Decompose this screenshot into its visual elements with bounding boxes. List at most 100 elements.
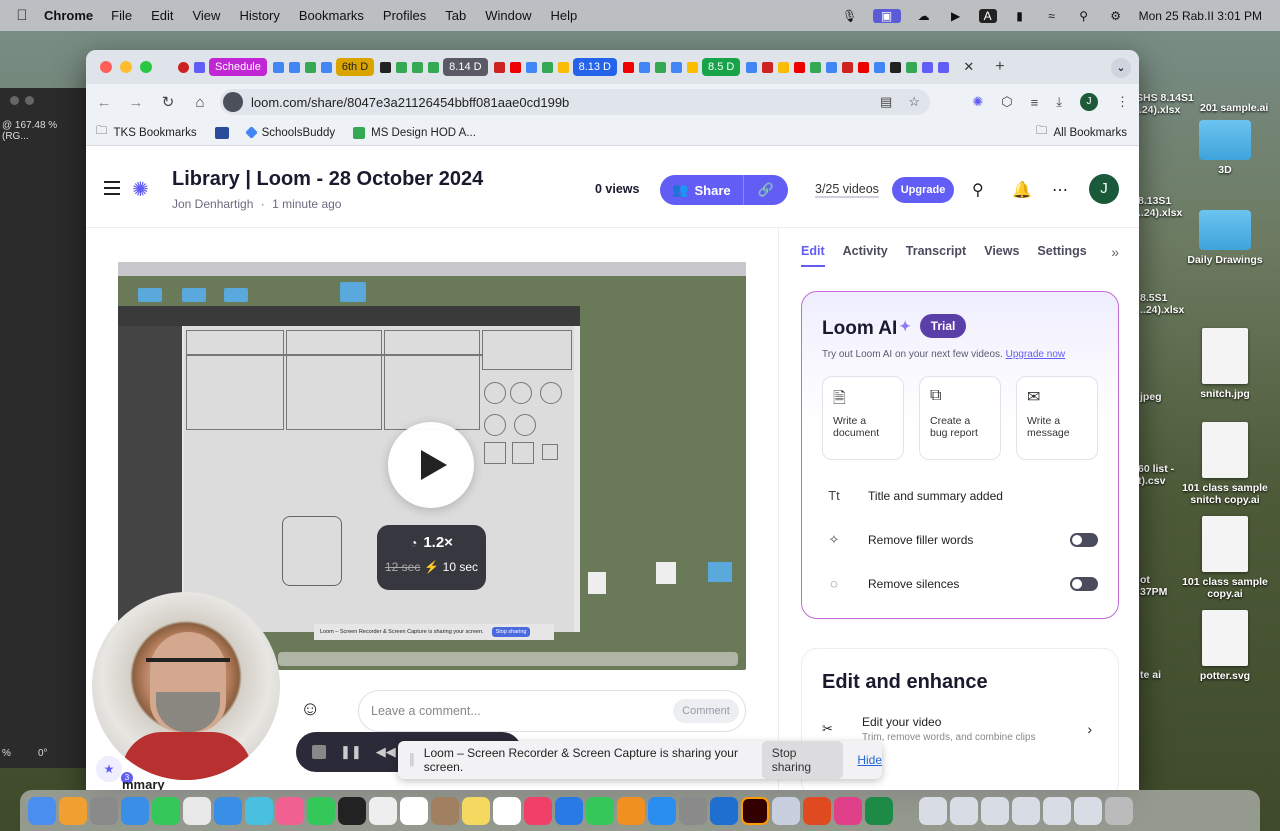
profile-avatar[interactable]: J (1080, 93, 1098, 111)
tab-group-8-14-d[interactable]: 8.14 D (443, 58, 488, 76)
download-icon[interactable]: ⤓ (1056, 94, 1062, 110)
bookmark-tks[interactable]: 🗀 TKS Bookmarks (96, 123, 197, 142)
search-icon[interactable]: ⚲ (1075, 9, 1093, 23)
author-name[interactable]: Jon Denhartigh (172, 197, 253, 211)
remove-filler-toggle[interactable] (1070, 533, 1098, 547)
menu-file[interactable]: File (111, 8, 132, 23)
menu-history[interactable]: History (239, 8, 279, 23)
tab-favicon[interactable] (178, 61, 189, 73)
bookmark-sis[interactable] (214, 126, 229, 139)
system-settings-icon[interactable] (679, 796, 707, 825)
tab-group-6th-d[interactable]: 6th D (335, 58, 375, 76)
remove-silences-toggle[interactable] (1070, 576, 1098, 591)
facetime-icon[interactable] (307, 796, 335, 825)
menu-app-name[interactable]: Chrome (44, 8, 93, 23)
keynote-icon[interactable] (555, 796, 583, 825)
hamburger-menu-icon[interactable] (104, 181, 120, 199)
site-info-icon[interactable] (223, 92, 243, 112)
reader-mode-icon[interactable]: ▤ (880, 94, 892, 110)
notification-bell-icon[interactable]: 🔔 (1012, 180, 1032, 200)
media-controls-icon[interactable]: ≡ (1031, 95, 1039, 110)
stop-recording-button[interactable] (312, 745, 326, 759)
upgrade-now-link[interactable]: Upgrade now (1006, 349, 1065, 360)
menu-help[interactable]: Help (551, 8, 578, 23)
menu-view[interactable]: View (192, 8, 220, 23)
menu-profiles[interactable]: Profiles (383, 8, 426, 23)
launchpad-icon[interactable] (90, 796, 118, 825)
bookmark-star-icon[interactable]: ☆ (908, 94, 920, 110)
stack-folder-icon[interactable] (981, 796, 1009, 825)
menu-edit[interactable]: Edit (151, 8, 173, 23)
stack-folder-icon[interactable] (1043, 796, 1071, 825)
tab-edit[interactable]: Edit (801, 244, 825, 267)
pages-icon[interactable] (617, 796, 645, 825)
reload-icon[interactable]: ↻ (160, 93, 176, 111)
create-bug-report-option[interactable]: ⧉ Create a bug report (919, 376, 1001, 460)
copy-link-button[interactable]: 🔗 (744, 182, 788, 198)
menubar-clock[interactable]: Mon 25 Rab.II 3:01 PM (1139, 9, 1262, 23)
stack-folder-icon[interactable] (1074, 796, 1102, 825)
maps-icon[interactable] (245, 796, 273, 825)
drag-handle-icon[interactable]: ║ (408, 754, 416, 766)
chrome-dock-icon[interactable] (183, 796, 211, 825)
tab-views[interactable]: Views (984, 244, 1019, 258)
tab-transcript[interactable]: Transcript (906, 244, 966, 258)
webcam-bubble[interactable] (92, 592, 280, 780)
user-avatar[interactable]: J (1089, 174, 1119, 204)
minimize-window-button[interactable] (120, 61, 132, 73)
wifi-icon[interactable]: ≈ (1043, 9, 1061, 23)
trash-icon[interactable] (1105, 796, 1133, 825)
emoji-reaction-icon[interactable]: ☺ (300, 698, 320, 721)
new-tab-icon[interactable]: + (995, 58, 1004, 76)
illustrator-icon[interactable] (741, 796, 769, 825)
screen-share-icon[interactable]: ▣ (872, 8, 901, 23)
playback-speed-card[interactable]: ◔ 1.2× 12 sec ⚡ 10 sec (377, 525, 486, 590)
tab-group-8-5-d[interactable]: 8.5 D (702, 58, 741, 76)
address-bar[interactable]: loom.com/share/8047e3a21126454bbff081aae… (220, 89, 930, 115)
stop-sharing-button[interactable]: Stop sharing (761, 741, 844, 779)
chrome-menu-icon[interactable]: ⋮ (1116, 94, 1129, 110)
menu-bookmarks[interactable]: Bookmarks (299, 8, 364, 23)
loom-logo-icon[interactable]: ✺ (132, 177, 149, 202)
notes-icon[interactable] (462, 796, 490, 825)
tab-search-chevron-icon[interactable]: ⌄ (1111, 58, 1131, 78)
tab-group-schedule[interactable]: Schedule (209, 58, 267, 76)
photos-icon[interactable] (59, 796, 87, 825)
comment-button[interactable]: Comment (673, 699, 739, 723)
bookmark-schoolsbuddy[interactable]: SchoolsBuddy (244, 126, 335, 139)
tab-settings[interactable]: Settings (1037, 244, 1086, 258)
freeform-icon[interactable] (493, 796, 521, 825)
bookmark-ms-design[interactable]: MS Design HOD A... (353, 126, 476, 139)
video-count[interactable]: 3/25 videos (815, 182, 879, 198)
control-center-icon[interactable]: ⚙ (1107, 9, 1125, 23)
desktop-file-sample-copy[interactable]: 101 class sample copy.ai (1175, 516, 1275, 600)
close-window-button[interactable] (100, 61, 112, 73)
tab-activity[interactable]: Activity (843, 244, 888, 258)
edit-video-row[interactable]: ✂ Edit your video Trim, remove words, an… (822, 715, 1100, 743)
battery-icon[interactable]: ▮ (1011, 9, 1029, 23)
apple-tv-icon[interactable] (338, 796, 366, 825)
outlook-icon[interactable] (710, 796, 738, 825)
powerpoint-icon[interactable] (803, 796, 831, 825)
views-count[interactable]: 0 views (595, 182, 639, 196)
comment-input[interactable]: Leave a comment... Comment (358, 690, 746, 732)
contacts-icon[interactable] (431, 796, 459, 825)
hide-link[interactable]: Hide (857, 753, 882, 767)
search-icon[interactable]: ⚲ (972, 180, 984, 200)
creative-cloud-dock-icon[interactable] (834, 796, 862, 825)
loom-tab-icon[interactable] (194, 61, 205, 73)
creative-cloud-icon[interactable]: ☁ (915, 9, 933, 23)
upgrade-button[interactable]: Upgrade (892, 177, 954, 203)
menu-window[interactable]: Window (485, 8, 531, 23)
loom-camera-icon[interactable]: ★ (96, 756, 122, 782)
all-bookmarks[interactable]: 🗀 All Bookmarks (1036, 123, 1127, 142)
play-button[interactable] (388, 422, 474, 508)
stack-folder-icon[interactable] (950, 796, 978, 825)
play-circle-icon[interactable]: ▶ (947, 9, 965, 23)
preview-icon[interactable] (772, 796, 800, 825)
menu-tab[interactable]: Tab (445, 8, 466, 23)
microphone-icon[interactable]: 🎙 (841, 9, 859, 23)
apple-icon[interactable]:  (0, 7, 44, 24)
back-arrow-icon[interactable]: ← (96, 94, 112, 111)
messages-icon[interactable] (152, 796, 180, 825)
